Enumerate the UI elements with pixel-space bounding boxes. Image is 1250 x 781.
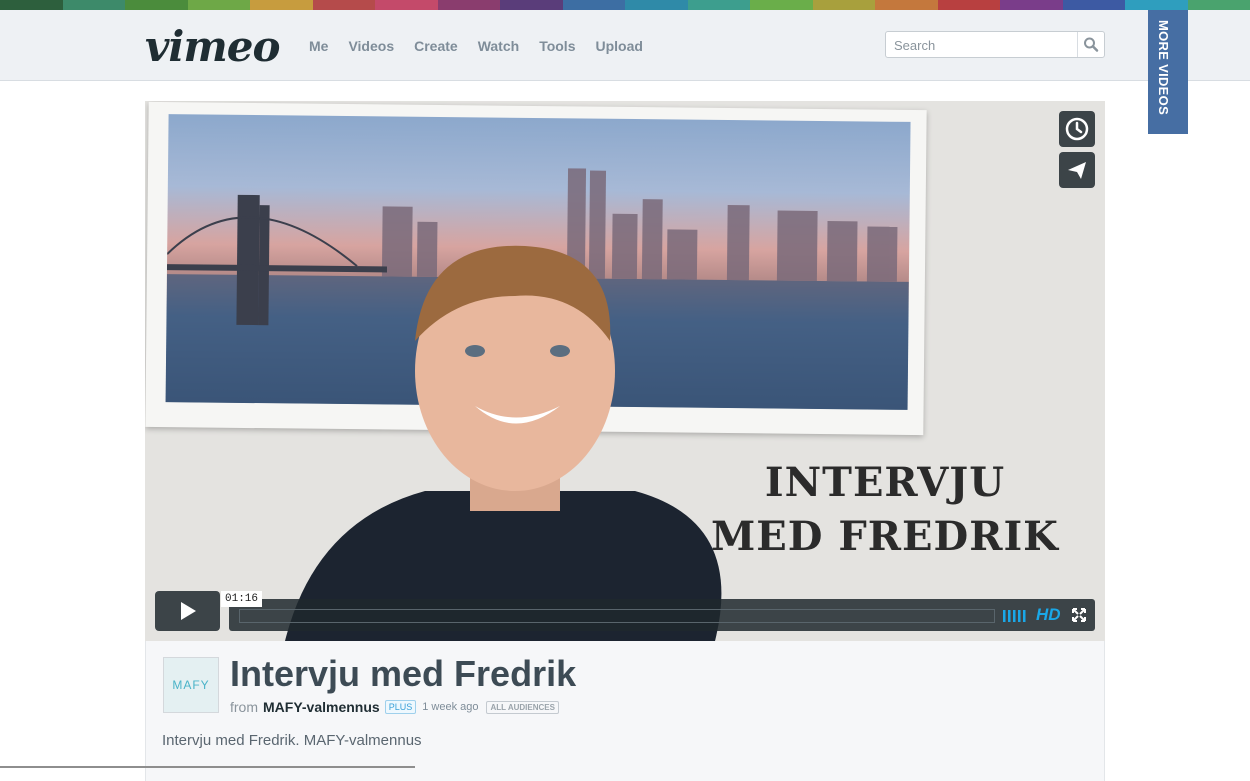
stripe-segment	[0, 0, 63, 10]
nav-videos[interactable]: Videos	[348, 38, 394, 54]
color-stripe	[0, 0, 1250, 10]
person-illustration	[275, 201, 775, 641]
stripe-segment	[688, 0, 751, 10]
stripe-segment	[375, 0, 438, 10]
more-videos-tab[interactable]: MORE VIDEOS	[1148, 10, 1188, 134]
time-tooltip: 01:16	[221, 591, 262, 607]
stripe-segment	[500, 0, 563, 10]
stripe-segment	[563, 0, 626, 10]
stripe-segment	[625, 0, 688, 10]
watch-later-button[interactable]	[1059, 111, 1095, 147]
nav-tools[interactable]: Tools	[539, 38, 575, 54]
stripe-segment	[250, 0, 313, 10]
stripe-segment	[188, 0, 251, 10]
video-title: Intervju med Fredrik	[230, 653, 576, 695]
stripe-segment	[813, 0, 876, 10]
search-button[interactable]	[1077, 32, 1104, 57]
search-icon	[1078, 32, 1104, 57]
search-input[interactable]	[892, 35, 1076, 55]
search-box	[885, 31, 1105, 58]
vimeo-logo[interactable]: vimeo	[145, 22, 280, 71]
stripe-segment	[1125, 0, 1188, 10]
owner-link[interactable]: MAFY-valmennus	[263, 699, 380, 715]
nav-me[interactable]: Me	[309, 38, 328, 54]
poster-title: INTERVJU MED FREDRIK	[705, 456, 1065, 564]
stripe-segment	[438, 0, 501, 10]
clock-icon	[1059, 111, 1095, 147]
stripe-segment	[1000, 0, 1063, 10]
upload-time: 1 week ago	[422, 701, 478, 713]
fullscreen-icon[interactable]	[1071, 607, 1087, 623]
main-nav: Me Videos Create Watch Tools Upload	[309, 38, 663, 54]
play-button[interactable]	[155, 591, 220, 631]
video-info: MAFY Intervju med Fredrik from MAFY-valm…	[145, 641, 1105, 781]
share-button[interactable]	[1059, 152, 1095, 188]
stripe-segment	[750, 0, 813, 10]
more-videos-label: MORE VIDEOS	[1156, 20, 1171, 115]
site-header: vimeo Me Videos Create Watch Tools Uploa…	[0, 10, 1250, 81]
nav-upload[interactable]: Upload	[595, 38, 642, 54]
stripe-segment	[1188, 0, 1250, 10]
progress-track[interactable]	[239, 609, 995, 623]
hd-toggle[interactable]: HD	[1036, 605, 1061, 625]
poster-title-line2: MED FREDRIK	[705, 510, 1065, 564]
nav-watch[interactable]: Watch	[478, 38, 519, 54]
player-controls: HD	[229, 599, 1095, 631]
video-description: Intervju med Fredrik. MAFY-valmennus	[162, 732, 422, 749]
stripe-segment	[63, 0, 126, 10]
avatar-text: MAFY	[164, 678, 218, 692]
stripe-segment	[875, 0, 938, 10]
play-icon	[155, 591, 220, 631]
stripe-segment	[1063, 0, 1126, 10]
audience-badge: ALL AUDIENCES	[486, 701, 558, 714]
plus-badge[interactable]: PLUS	[385, 700, 417, 714]
stripe-segment	[125, 0, 188, 10]
poster-title-line1: INTERVJU	[705, 456, 1065, 510]
avatar[interactable]: MAFY	[163, 657, 219, 713]
from-label: from	[230, 699, 258, 715]
stripe-segment	[938, 0, 1001, 10]
stripe-segment	[313, 0, 376, 10]
video-player[interactable]: INTERVJU MED FREDRIK HD 01:16	[145, 101, 1105, 641]
volume-bars-icon[interactable]	[1003, 608, 1029, 622]
video-meta: from MAFY-valmennus PLUS 1 week ago ALL …	[230, 699, 559, 715]
nav-create[interactable]: Create	[414, 38, 458, 54]
paper-plane-icon	[1059, 152, 1095, 188]
